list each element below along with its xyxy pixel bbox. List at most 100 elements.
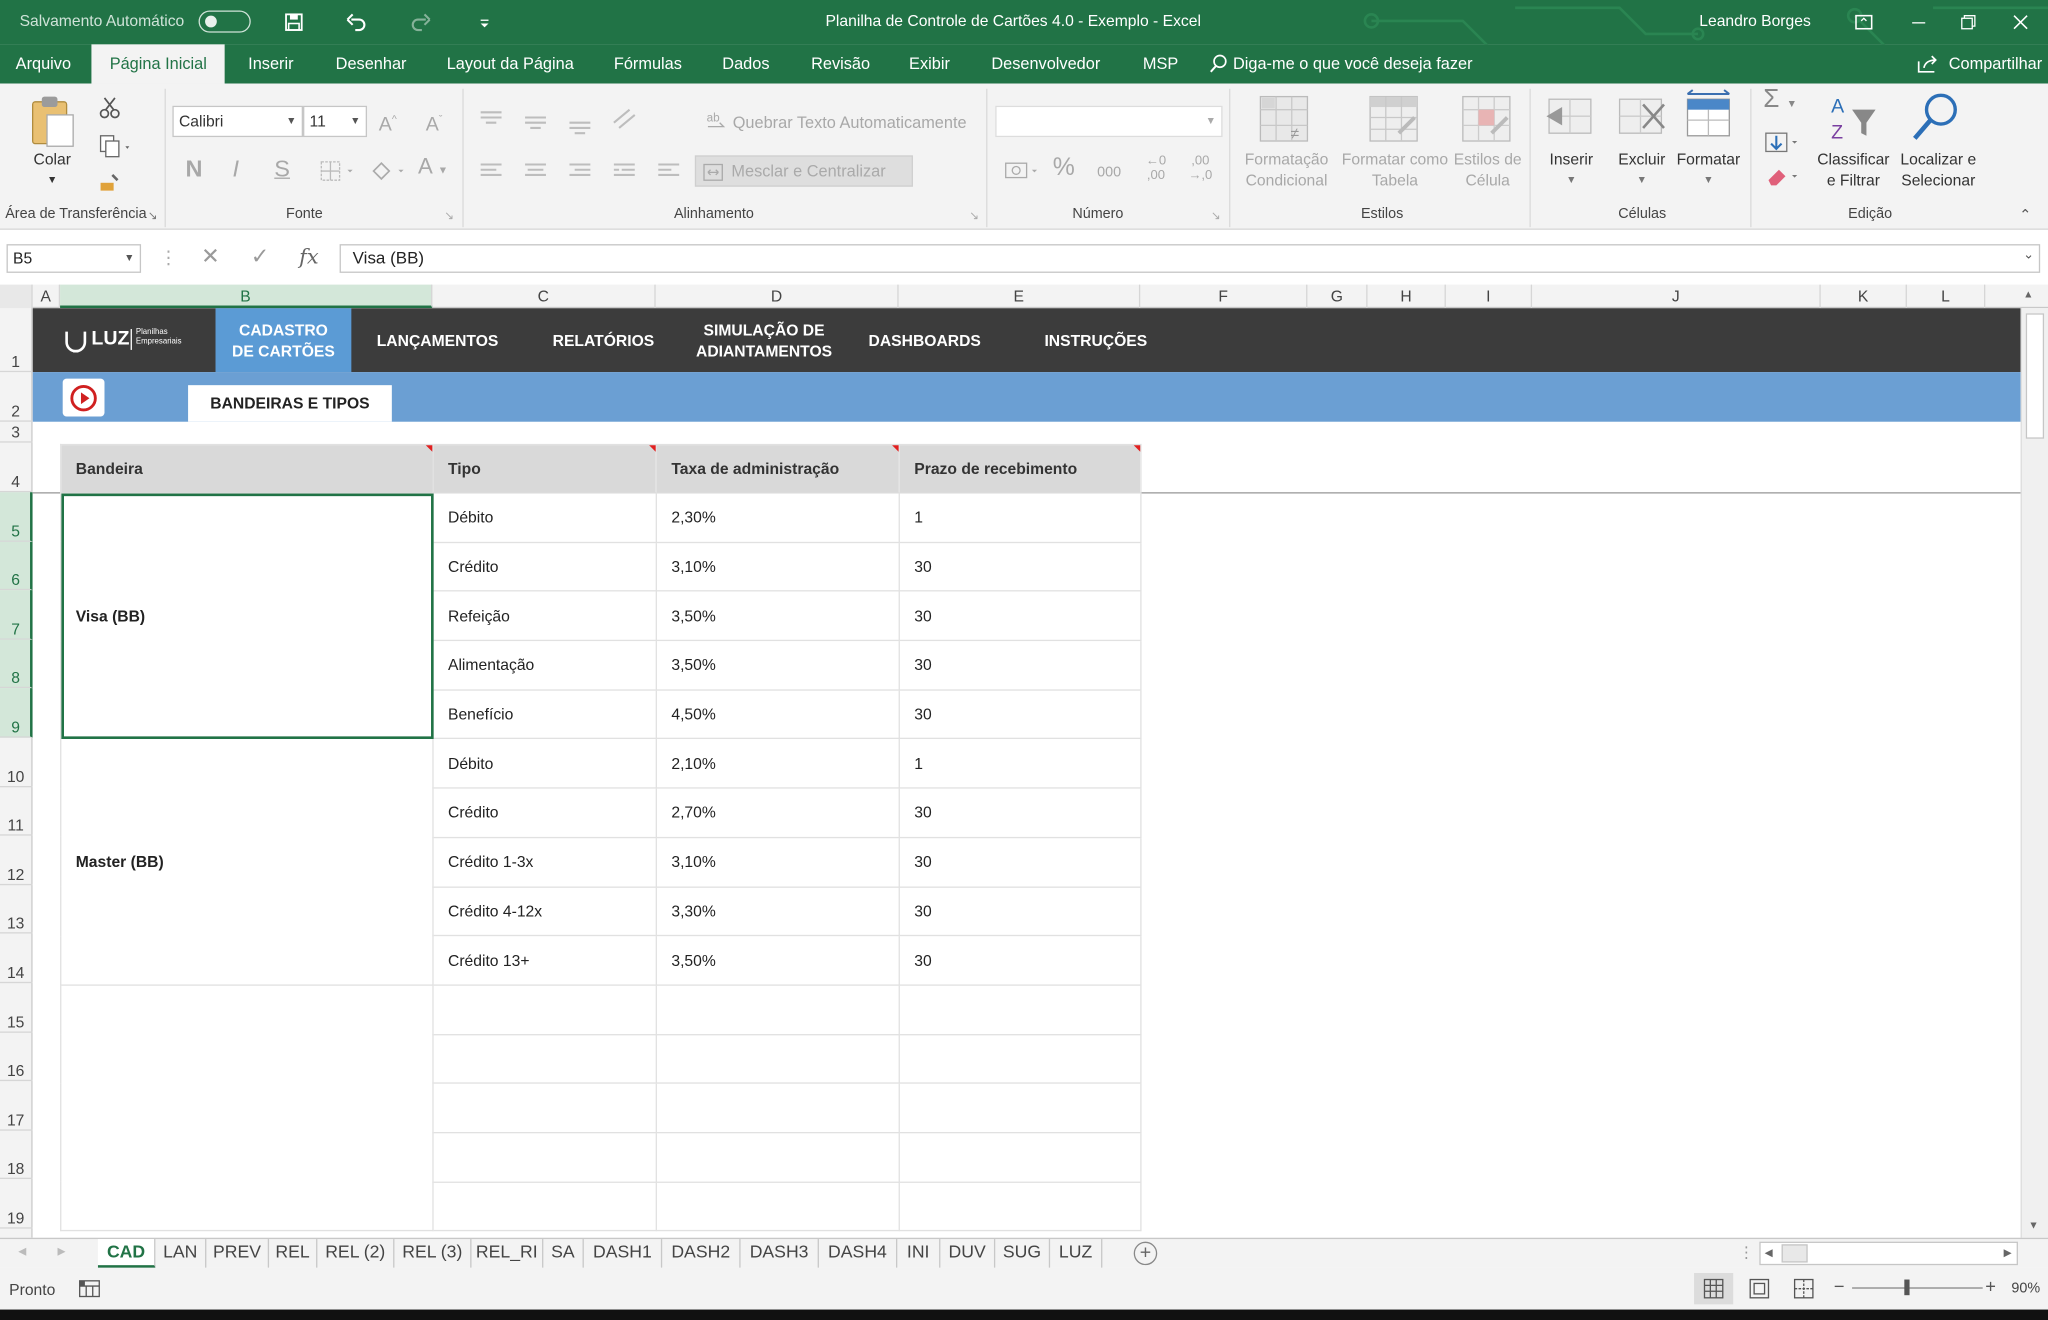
cell-taxa[interactable]: 3,50%: [655, 935, 900, 986]
tab-exibir[interactable]: Exibir: [909, 44, 950, 83]
expand-formula-bar-icon[interactable]: ⌄: [2023, 248, 2034, 262]
row-header[interactable]: 15: [0, 983, 33, 1033]
column-header[interactable]: B: [60, 284, 433, 309]
clear-icon[interactable]: [1763, 165, 1802, 189]
cell-empty[interactable]: [432, 1082, 657, 1134]
insert-function-icon[interactable]: fx: [299, 244, 319, 269]
row-header[interactable]: 12: [0, 836, 33, 886]
zoom-slider-handle[interactable]: [1904, 1279, 1910, 1296]
cell-prazo[interactable]: 30: [898, 541, 1142, 592]
column-header[interactable]: H: [1368, 284, 1446, 309]
column-header[interactable]: A: [33, 284, 61, 309]
collapse-ribbon-icon[interactable]: ⌃: [2019, 206, 2031, 224]
row-header[interactable]: 9: [0, 688, 33, 738]
vertical-scrollbar[interactable]: ▼: [2020, 308, 2048, 1238]
vertical-scroll-thumb[interactable]: [2025, 313, 2045, 439]
bold-button[interactable]: N: [185, 157, 202, 181]
save-icon[interactable]: [281, 9, 307, 35]
cell-taxa[interactable]: 2,10%: [655, 738, 900, 789]
cell-empty[interactable]: [898, 1082, 1142, 1134]
alignment-launcher-icon[interactable]: ↘: [969, 209, 979, 223]
sheet-tab-duv[interactable]: DUV: [940, 1239, 996, 1268]
header-prazo[interactable]: Prazo de recebimento: [898, 443, 1142, 494]
conditional-formatting-button[interactable]: Formatação Condicional: [1234, 149, 1338, 191]
increase-font-icon[interactable]: A^: [379, 110, 397, 136]
header-bandeira[interactable]: Bandeira: [60, 443, 434, 494]
user-name[interactable]: Leandro Borges: [1699, 12, 1811, 30]
sheet-tab-rel-3[interactable]: REL (3): [394, 1239, 472, 1268]
sheet-tab-dash2[interactable]: DASH2: [662, 1239, 741, 1268]
copy-icon[interactable]: [97, 133, 131, 159]
header-tipo[interactable]: Tipo: [432, 443, 657, 494]
cell-taxa[interactable]: 3,30%: [655, 885, 900, 937]
add-sheet-icon[interactable]: +: [1133, 1241, 1158, 1266]
cell-tipo[interactable]: Débito: [432, 492, 657, 543]
decrease-decimal-button[interactable]: ,00 →,0: [1183, 154, 1217, 183]
page-layout-view-icon[interactable]: [1748, 1278, 1772, 1299]
row-header[interactable]: 4: [0, 443, 33, 493]
sheet-tab-sa[interactable]: SA: [543, 1239, 584, 1268]
sheet-tab-dash3[interactable]: DASH3: [741, 1239, 819, 1268]
cell-empty[interactable]: [655, 1131, 900, 1183]
number-format-select[interactable]: ▼: [995, 105, 1223, 138]
column-header[interactable]: E: [899, 284, 1141, 309]
nav-instrucoes[interactable]: INSTRUÇÕES: [1031, 308, 1162, 372]
tab-desenhar[interactable]: Desenhar: [336, 44, 407, 83]
tabs-splitter-icon[interactable]: ⋮: [1738, 1243, 1754, 1261]
sort-filter-button[interactable]: Classificar e Filtrar: [1813, 149, 1894, 191]
sheet-tab-dash1[interactable]: DASH1: [584, 1239, 663, 1268]
cancel-entry-icon[interactable]: ✕: [201, 244, 220, 270]
normal-view-button[interactable]: [1694, 1272, 1734, 1305]
cell-empty[interactable]: [898, 1033, 1142, 1085]
share-icon[interactable]: [1916, 54, 1940, 75]
sheet-tab-lan[interactable]: LAN: [155, 1239, 207, 1268]
scroll-down-icon[interactable]: ▼: [2028, 1219, 2038, 1231]
fill-icon[interactable]: [1763, 131, 1802, 155]
cell-bandeira[interactable]: Master (BB): [60, 738, 434, 986]
fill-color-icon[interactable]: [368, 159, 407, 183]
cell-empty[interactable]: [655, 984, 900, 1035]
cell-prazo[interactable]: 1: [898, 738, 1142, 789]
cell-empty[interactable]: [898, 1181, 1142, 1232]
minimize-icon[interactable]: [1906, 9, 1932, 35]
sheet-tab-prev[interactable]: PREV: [206, 1239, 270, 1268]
cell-bandeira-empty[interactable]: [60, 984, 434, 1232]
cell-empty[interactable]: [655, 1082, 900, 1134]
sheet-tab-rel-2[interactable]: REL (2): [317, 1239, 395, 1268]
cell-prazo[interactable]: 1: [898, 492, 1142, 543]
row-header[interactable]: 6: [0, 541, 33, 591]
cell-empty[interactable]: [432, 1131, 657, 1183]
cell-taxa[interactable]: 3,10%: [655, 836, 900, 888]
row-header[interactable]: 11: [0, 787, 33, 836]
confirm-entry-icon[interactable]: ✓: [251, 244, 270, 270]
row-header[interactable]: 16: [0, 1033, 33, 1082]
increase-decimal-button[interactable]: ←0,00: [1139, 154, 1173, 183]
scroll-right-icon[interactable]: ▶: [2004, 1247, 2012, 1259]
close-icon[interactable]: [2008, 9, 2034, 35]
font-color-icon[interactable]: A ▼: [418, 155, 448, 182]
percent-style-button[interactable]: %: [1053, 155, 1075, 180]
redo-icon[interactable]: [408, 9, 434, 35]
prev-sheet-icon[interactable]: ◀: [18, 1246, 26, 1258]
alignment-icons[interactable]: [478, 104, 687, 208]
sheet-tab-rel[interactable]: REL: [269, 1239, 318, 1268]
tab-layout-da-pagina[interactable]: Layout da Página: [447, 44, 574, 83]
cell-prazo[interactable]: 30: [898, 787, 1142, 838]
tab-bandeiras-tipos[interactable]: BANDEIRAS E TIPOS: [188, 385, 392, 422]
cell-empty[interactable]: [655, 1181, 900, 1232]
cell-taxa[interactable]: 3,50%: [655, 590, 900, 642]
cell-prazo[interactable]: 30: [898, 639, 1142, 691]
cut-icon[interactable]: [97, 94, 123, 120]
nav-dashboards[interactable]: DASHBOARDS: [859, 308, 990, 372]
column-header[interactable]: K: [1821, 284, 1907, 309]
cell-styles-icon[interactable]: [1460, 94, 1515, 146]
sheet-tab-rel-ri[interactable]: REL_RI: [472, 1239, 544, 1268]
select-all-corner[interactable]: [0, 284, 33, 309]
comma-style-button[interactable]: 000: [1097, 162, 1121, 183]
tell-me-input[interactable]: Diga-me o que você deseja fazer: [1233, 44, 1473, 83]
format-cells-icon[interactable]: [1682, 89, 1737, 144]
cell-taxa[interactable]: 4,50%: [655, 689, 900, 740]
paste-icon[interactable]: [29, 94, 79, 149]
nav-simulacao-adiantamentos[interactable]: SIMULAÇÃO DE ADIANTAMENTOS: [686, 308, 843, 372]
tab-inserir[interactable]: Inserir: [248, 44, 293, 83]
